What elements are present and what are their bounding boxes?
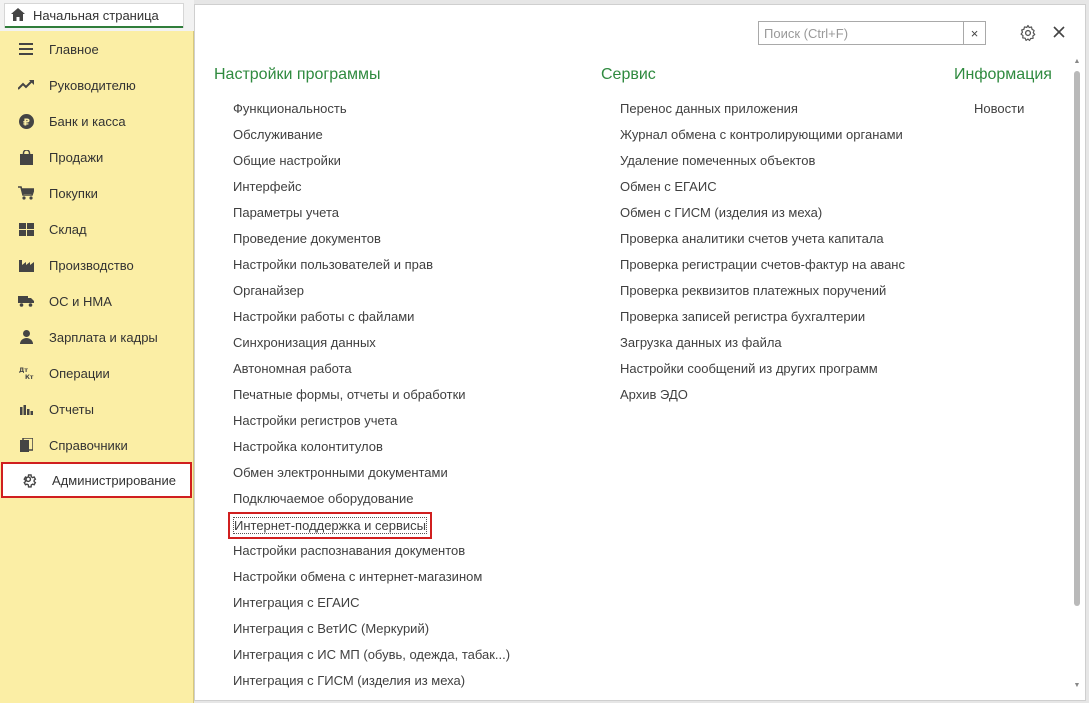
section-title-service: Сервис xyxy=(601,66,656,83)
sidebar-item-label: Отчеты xyxy=(49,401,94,417)
top-tab-bar: Начальная страница xyxy=(0,0,194,31)
info-link-news[interactable]: Новости xyxy=(974,101,1024,116)
settings-link[interactable]: Интеграция с ИС МП (обувь, одежда, табак… xyxy=(233,647,510,662)
gear-icon xyxy=(21,472,37,488)
service-link[interactable]: Проверка регистрации счетов-фактур на ав… xyxy=(620,257,905,272)
sidebar-item-operations[interactable]: Дт Кт Операции xyxy=(0,355,194,391)
settings-link[interactable]: Обмен электронными документами xyxy=(233,465,448,480)
settings-link[interactable]: Настройки работы с файлами xyxy=(233,309,414,324)
svg-text:Кт: Кт xyxy=(25,374,34,380)
settings-link[interactable]: Подключаемое оборудование xyxy=(233,491,414,506)
settings-link[interactable]: Органайзер xyxy=(233,283,304,298)
books-icon xyxy=(18,437,34,453)
sidebar-item-label: Продажи xyxy=(49,149,104,165)
sidebar-item-manager[interactable]: Руководителю xyxy=(0,67,194,103)
sidebar-item-warehouse[interactable]: Склад xyxy=(0,211,194,247)
person-icon xyxy=(18,329,34,345)
sidebar-item-assets[interactable]: ОС и НМА xyxy=(0,283,194,319)
settings-gear-icon[interactable] xyxy=(1019,24,1037,42)
settings-link[interactable]: Интеграция с ВетИС (Меркурий) xyxy=(233,621,429,636)
settings-link-internet-support[interactable]: Интернет-поддержка и сервисы xyxy=(227,512,433,539)
sidebar-item-main[interactable]: Главное xyxy=(0,31,194,67)
sidebar-item-label: Покупки xyxy=(49,185,98,201)
sidebar-item-sales[interactable]: Продажи xyxy=(0,139,194,175)
service-link[interactable]: Обмен с ГИСМ (изделия из меха) xyxy=(620,205,822,220)
service-link[interactable]: Архив ЭДО xyxy=(620,387,688,402)
sidebar-item-production[interactable]: Производство xyxy=(0,247,194,283)
settings-link[interactable]: Параметры учета xyxy=(233,205,339,220)
svg-text:Дт: Дт xyxy=(19,367,28,374)
sidebar-item-purchases[interactable]: Покупки xyxy=(0,175,194,211)
settings-link[interactable]: Настройки обмена с интернет-магазином xyxy=(233,569,482,584)
home-tab-label: Начальная страница xyxy=(33,8,159,23)
sidebar-item-label: Справочники xyxy=(49,437,128,453)
search-box: × xyxy=(758,21,986,45)
sidebar-item-label: Производство xyxy=(49,257,134,273)
service-link[interactable]: Проверка записей регистра бухгалтерии xyxy=(620,309,865,324)
bar-chart-icon xyxy=(18,401,34,417)
settings-link[interactable]: Обслуживание xyxy=(233,127,323,142)
sidebar: Главное Руководителю ₽ Банк и касса Прод… xyxy=(0,31,194,703)
menu-lines-icon xyxy=(18,41,34,57)
settings-link[interactable]: Проведение документов xyxy=(233,231,381,246)
debit-credit-icon: Дт Кт xyxy=(18,365,34,381)
clear-search-button[interactable]: × xyxy=(963,22,985,44)
cart-icon xyxy=(18,185,34,201)
service-link[interactable]: Журнал обмена с контролирующими органами xyxy=(620,127,903,142)
home-tab[interactable]: Начальная страница xyxy=(4,3,184,28)
service-link[interactable]: Перенос данных приложения xyxy=(620,101,798,116)
close-icon[interactable] xyxy=(1052,25,1068,41)
settings-link[interactable]: Настройка колонтитулов xyxy=(233,439,383,454)
settings-link[interactable]: Интеграция с ГИСМ (изделия из меха) xyxy=(233,673,465,688)
sidebar-item-label: Зарплата и кадры xyxy=(49,329,158,345)
scrollbar-thumb[interactable] xyxy=(1074,71,1080,606)
sidebar-item-administration[interactable]: Администрирование xyxy=(1,462,192,498)
settings-link[interactable]: Интерфейс xyxy=(233,179,301,194)
scroll-down-arrow-icon[interactable]: ▼ xyxy=(1072,681,1082,691)
sidebar-item-label: Банк и касса xyxy=(49,113,126,129)
factory-icon xyxy=(18,257,34,273)
scroll-up-arrow-icon[interactable]: ▲ xyxy=(1072,57,1082,67)
truck-icon xyxy=(18,293,34,309)
sidebar-item-label: Администрирование xyxy=(52,472,176,488)
sidebar-item-label: Склад xyxy=(49,221,87,237)
service-link[interactable]: Загрузка данных из файла xyxy=(620,335,782,350)
settings-link[interactable]: Синхронизация данных xyxy=(233,335,376,350)
section-title-settings: Настройки программы xyxy=(214,66,381,83)
search-input[interactable] xyxy=(759,22,963,44)
shopping-bag-icon xyxy=(18,149,34,165)
sidebar-item-bank[interactable]: ₽ Банк и касса xyxy=(0,103,194,139)
service-link[interactable]: Проверка реквизитов платежных поручений xyxy=(620,283,886,298)
settings-link[interactable]: Настройки регистров учета xyxy=(233,413,397,428)
service-link[interactable]: Обмен с ЕГАИС xyxy=(620,179,717,194)
svg-text:₽: ₽ xyxy=(23,117,30,128)
sidebar-item-directories[interactable]: Справочники xyxy=(0,427,194,463)
sidebar-item-salary[interactable]: Зарплата и кадры xyxy=(0,319,194,355)
vertical-scrollbar[interactable]: ▲ ▼ xyxy=(1072,53,1082,693)
settings-link[interactable]: Функциональность xyxy=(233,101,347,116)
settings-link[interactable]: Общие настройки xyxy=(233,153,341,168)
settings-link[interactable]: Автономная работа xyxy=(233,361,352,376)
settings-link[interactable]: Настройки пользователей и прав xyxy=(233,257,433,272)
warehouse-grid-icon xyxy=(18,221,34,237)
settings-link[interactable]: Настройки распознавания документов xyxy=(233,543,465,558)
home-icon xyxy=(11,7,25,24)
service-link[interactable]: Удаление помеченных объектов xyxy=(620,153,815,168)
main-panel: × Настройки программы Сервис Информация … xyxy=(194,4,1086,701)
service-link[interactable]: Настройки сообщений из других программ xyxy=(620,361,878,376)
ruble-coin-icon: ₽ xyxy=(18,113,34,129)
sidebar-item-label: Главное xyxy=(49,41,99,57)
settings-link[interactable]: Интеграция с ЕГАИС xyxy=(233,595,359,610)
sidebar-item-label: Операции xyxy=(49,365,110,381)
sidebar-item-label: ОС и НМА xyxy=(49,293,112,309)
sidebar-item-label: Руководителю xyxy=(49,77,136,93)
trend-up-icon xyxy=(18,77,34,93)
settings-link[interactable]: Печатные формы, отчеты и обработки xyxy=(233,387,466,402)
section-title-info: Информация xyxy=(954,66,1052,83)
service-link[interactable]: Проверка аналитики счетов учета капитала xyxy=(620,231,884,246)
sidebar-item-reports[interactable]: Отчеты xyxy=(0,391,194,427)
